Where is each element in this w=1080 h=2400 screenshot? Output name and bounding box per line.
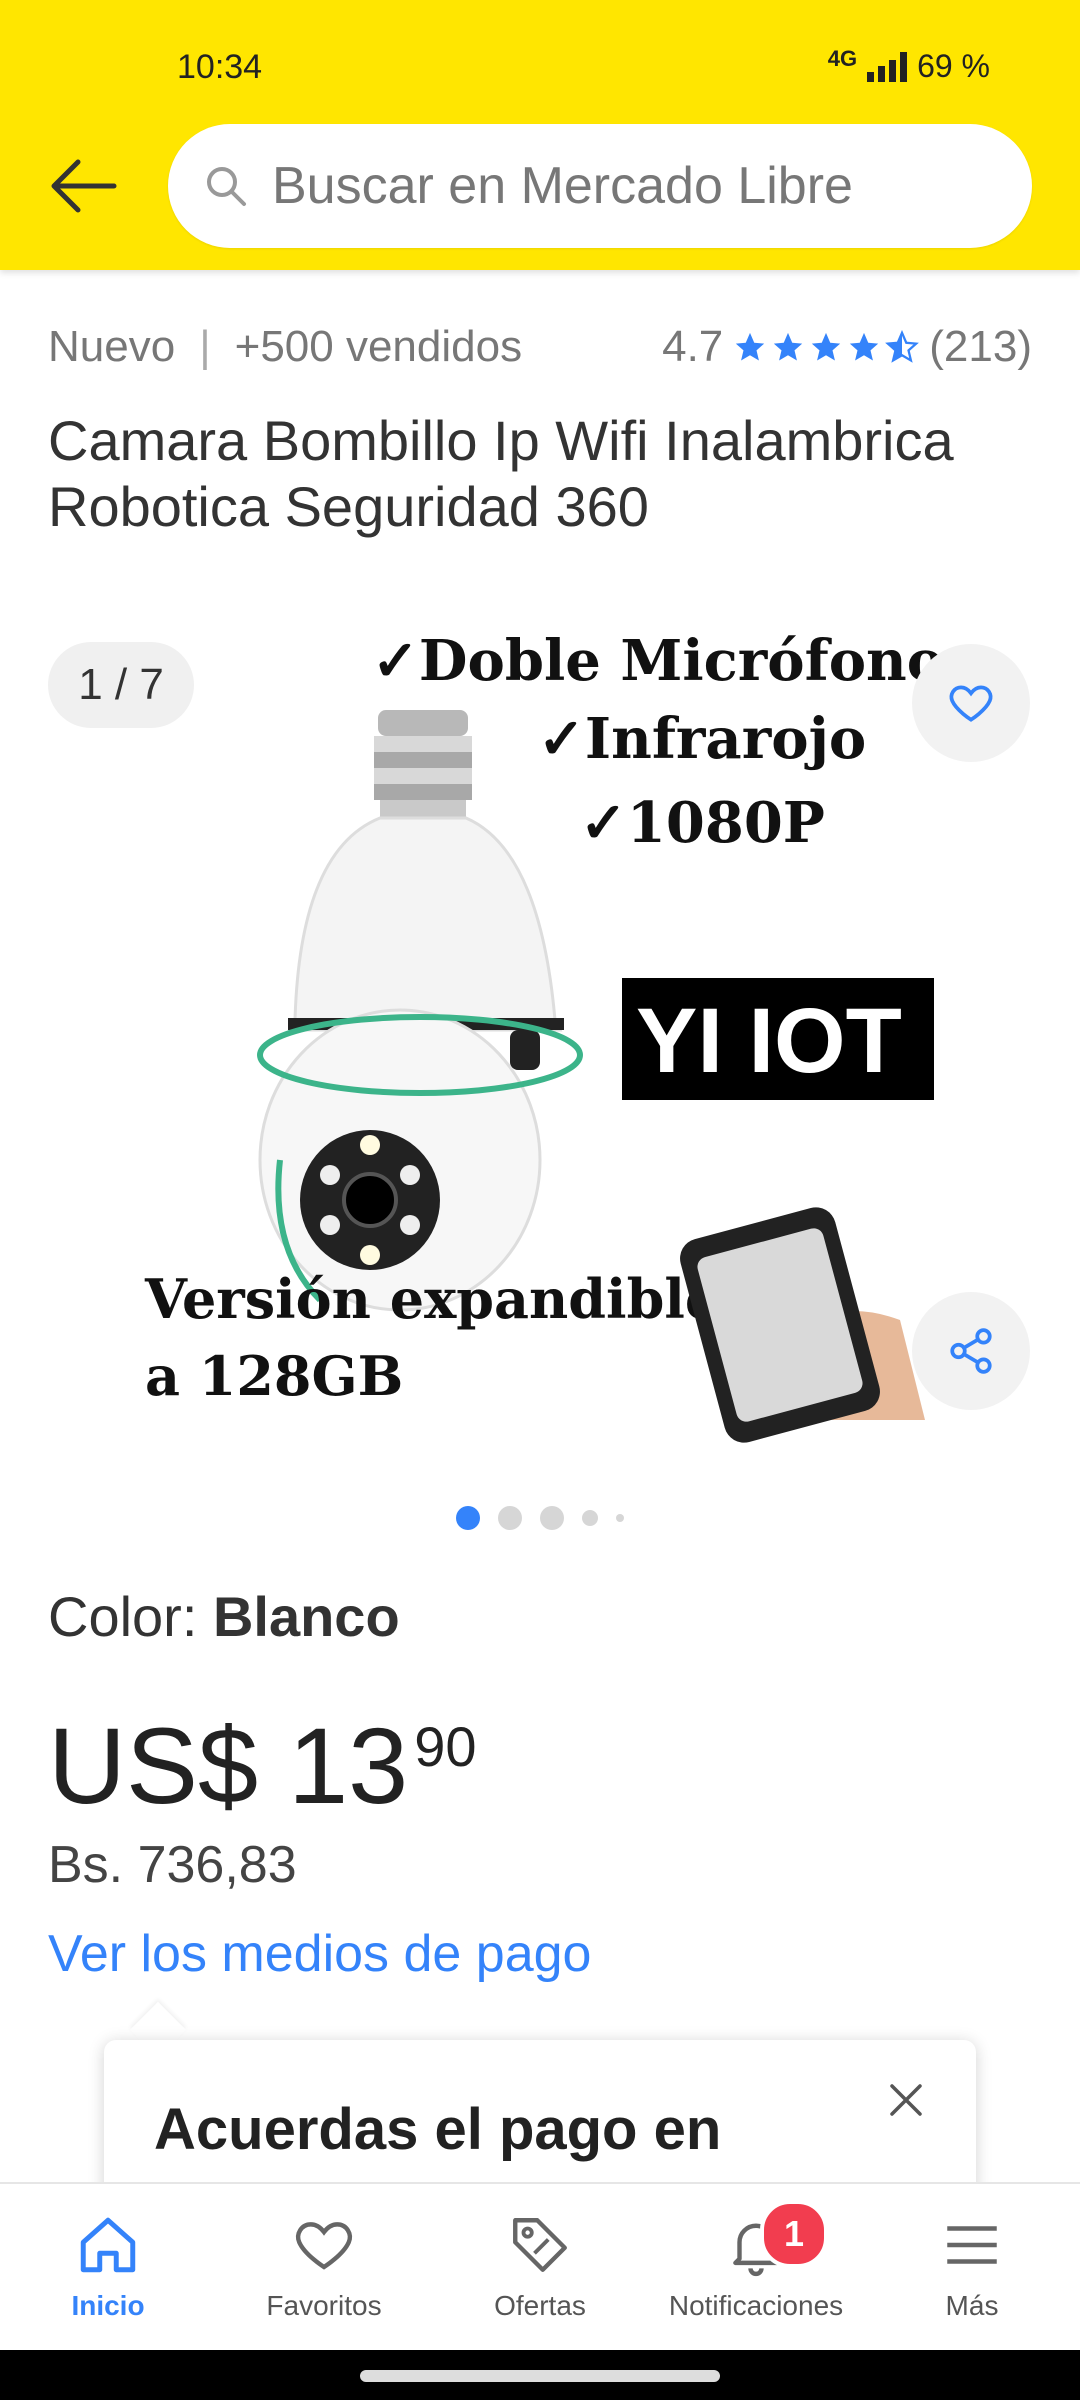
carousel-dots[interactable] <box>0 1506 1080 1530</box>
nav-label-notificaciones: Notificaciones <box>668 2290 844 2321</box>
status-time: 10:34 <box>177 48 263 86</box>
back-button[interactable] <box>48 150 120 222</box>
subtitle-separator: | <box>199 322 211 371</box>
signal-icon <box>867 51 908 82</box>
image-footer-line2: a 128GB <box>145 1344 403 1408</box>
favorite-button[interactable] <box>912 644 1030 762</box>
image-footer-line1: Versión expandible <box>144 1267 719 1331</box>
nav-label-favoritos: Favoritos <box>266 2290 382 2321</box>
image-text-line2: ✓Infrarojo <box>538 706 866 772</box>
payment-methods-link[interactable]: Ver los medios de pago <box>48 1924 591 1984</box>
arrow-left-icon <box>51 159 117 213</box>
nav-ofertas[interactable]: Ofertas <box>432 2184 648 2352</box>
star-half-icon <box>885 330 920 363</box>
bulb-base <box>374 710 472 818</box>
review-count: (213) <box>929 322 1032 371</box>
carousel-dot[interactable] <box>540 1506 564 1530</box>
status-indicators: 4G 69 % <box>827 45 990 85</box>
nav-mas[interactable]: Más <box>864 2184 1080 2352</box>
carousel-dot[interactable] <box>616 1514 624 1522</box>
color-selector[interactable]: Color: Blanco <box>48 1584 400 1649</box>
price-main: US$ 13 <box>48 1705 409 1826</box>
image-text-line3: ✓1080P <box>580 790 825 856</box>
local-price: Bs. 736,83 <box>48 1836 297 1894</box>
share-button[interactable] <box>912 1292 1030 1410</box>
battery-text: 69 % <box>917 48 990 84</box>
nav-label-inicio: Inicio <box>71 2290 145 2321</box>
search-bar[interactable] <box>168 124 1032 248</box>
star-icon <box>736 332 765 361</box>
search-input[interactable] <box>270 155 994 217</box>
menu-icon <box>947 2226 997 2264</box>
color-value: Blanco <box>212 1585 400 1648</box>
image-text-line1: ✓Doble Micrófono <box>372 628 944 694</box>
tooltip-close-button[interactable] <box>866 2060 946 2140</box>
search-icon <box>207 167 246 206</box>
price-cents: 90 <box>414 1715 477 1778</box>
price: US$ 13 90 <box>48 1710 477 1822</box>
tag-icon <box>513 2218 567 2272</box>
share-icon <box>950 1328 992 1374</box>
star-icon <box>774 332 803 361</box>
heart-icon <box>949 685 993 722</box>
carousel-dot[interactable] <box>498 1506 522 1530</box>
product-subtitle: Nuevo | +500 vendidos <box>48 322 522 372</box>
notification-badge: 1 <box>760 2200 828 2268</box>
product-title: Camara Bombillo Ip Wifi Inalambrica Robo… <box>48 409 954 538</box>
bottom-navigation: Inicio Favoritos Ofertas 1 Notificacione… <box>0 2182 1080 2352</box>
rating-value: 4.7 <box>662 322 724 371</box>
carousel-dot-active[interactable] <box>456 1506 480 1530</box>
color-label: Color: <box>48 1585 198 1648</box>
phone-illustration <box>680 1207 925 1443</box>
nav-favoritos[interactable]: Favoritos <box>216 2184 432 2352</box>
carousel-dot[interactable] <box>582 1510 598 1526</box>
close-icon <box>890 2084 922 2116</box>
rating-summary[interactable]: 4.7 (213) <box>662 322 1032 372</box>
top-header: 10:34 4G 69 % <box>0 0 1080 270</box>
nav-label-mas: Más <box>945 2290 999 2321</box>
tooltip-title: Acuerdas el pago en <box>154 2097 722 2162</box>
image-counter: 1 / 7 <box>48 642 194 728</box>
nav-inicio[interactable]: Inicio <box>0 2184 216 2352</box>
heart-icon <box>296 2222 352 2270</box>
nav-label-ofertas: Ofertas <box>494 2290 586 2321</box>
rating-stars <box>733 330 920 364</box>
star-icon <box>812 332 841 361</box>
sold-count: +500 vendidos <box>234 322 523 371</box>
image-brand: YI IOT <box>636 990 902 1092</box>
nav-notificaciones[interactable]: 1 Notificaciones <box>648 2184 864 2352</box>
home-icon <box>80 2217 136 2273</box>
network-type: 4G <box>827 45 858 71</box>
home-indicator[interactable] <box>360 2370 720 2382</box>
condition-label: Nuevo <box>48 322 176 371</box>
star-icon <box>850 332 879 361</box>
